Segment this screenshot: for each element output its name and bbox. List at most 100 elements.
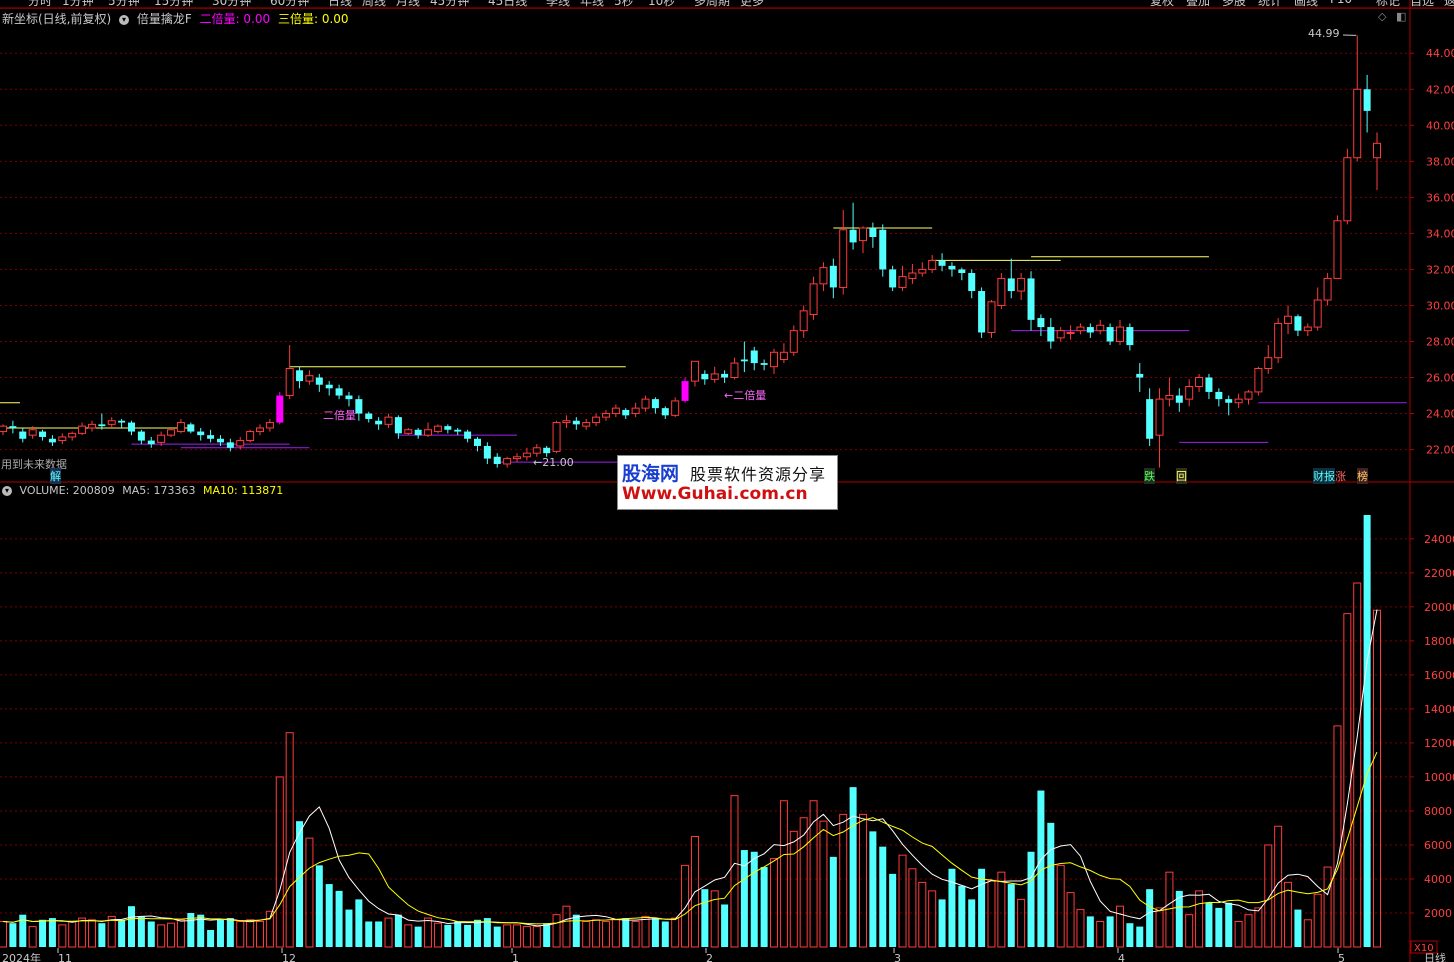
candle-body — [1056, 330, 1065, 339]
caibao-tag[interactable]: 财报 — [1313, 468, 1335, 484]
candle-body — [740, 359, 748, 362]
volume-bar — [0, 920, 7, 948]
candle-body — [770, 351, 779, 368]
volume-bar — [1313, 893, 1322, 948]
jie-tag[interactable]: 解 — [50, 468, 61, 484]
candle-body — [987, 301, 996, 333]
volume-bar — [928, 890, 937, 948]
volume-bar — [39, 919, 47, 947]
candle-body — [1126, 327, 1134, 346]
candle-body — [750, 350, 758, 364]
zhang-tag[interactable]: 涨 — [1335, 468, 1346, 484]
price-tick-label: 28.00 — [1426, 335, 1454, 348]
volume-tick-label: 12000 — [1424, 737, 1454, 750]
price-tick-label: 24.00 — [1426, 408, 1454, 421]
candle-body — [464, 431, 472, 439]
candle-body — [1096, 324, 1105, 332]
volume-bar — [78, 917, 87, 948]
candle-body — [107, 420, 116, 425]
candle-body — [433, 425, 442, 433]
candle-body — [226, 442, 234, 448]
candle-body — [128, 422, 136, 432]
volume-bar — [1343, 613, 1352, 948]
candle-body — [1264, 357, 1273, 370]
volume-bar — [68, 920, 77, 948]
candle-body — [493, 456, 501, 464]
volume-settings-icon[interactable]: ▾ — [2, 486, 12, 496]
candle-body — [1047, 327, 1055, 342]
candle-body — [552, 422, 561, 452]
candle-body — [246, 431, 255, 442]
volume-bar — [1136, 926, 1144, 947]
volume-bar — [1185, 914, 1194, 948]
candle-body — [1027, 278, 1035, 320]
price-tick-label: 26.00 — [1426, 372, 1454, 385]
volume-bar — [1205, 902, 1213, 947]
candle-body — [958, 269, 966, 274]
ma5-value: MA5: 173363 — [122, 484, 196, 497]
candle-body — [562, 420, 571, 424]
volume-tick-label: 4000 — [1424, 873, 1452, 886]
candle-body — [968, 273, 976, 292]
candle-body — [404, 429, 413, 434]
volume-bar — [839, 813, 848, 948]
volume-bar — [424, 917, 433, 948]
hui-tag[interactable]: 回 — [1176, 468, 1187, 484]
volume-bar — [1195, 890, 1204, 948]
price-tick-label: 36.00 — [1426, 191, 1454, 204]
candle-body — [799, 310, 808, 332]
x-axis-label: 3 — [894, 952, 901, 962]
volume-bar — [592, 919, 601, 948]
volume-bar — [305, 837, 314, 948]
volume-bar — [779, 800, 788, 948]
candle-body — [1205, 377, 1213, 392]
candle-body — [315, 377, 323, 385]
volume-bar — [147, 921, 155, 947]
volume-bar — [1264, 844, 1273, 948]
volume-bar — [948, 868, 956, 947]
price-tick-label: 38.00 — [1426, 155, 1454, 168]
volume-bar — [1096, 920, 1105, 948]
candle-body — [1076, 326, 1085, 332]
candle-body — [137, 431, 145, 441]
bang-tag[interactable]: 榜 — [1357, 468, 1368, 484]
candle-body — [87, 423, 96, 429]
candle-body — [829, 265, 837, 288]
volume-bar — [671, 917, 680, 948]
volume-bar — [9, 923, 17, 947]
ma10-value: MA10: 113871 — [202, 484, 284, 497]
volume-bar — [296, 821, 304, 947]
volume-bar — [414, 926, 422, 947]
die-tag[interactable]: 跌 — [1144, 468, 1155, 484]
volume-bar — [375, 921, 383, 947]
candle-body — [721, 373, 729, 378]
volume-bar — [167, 922, 176, 948]
volume-bar — [1303, 919, 1312, 948]
candle-body — [671, 400, 680, 416]
candle-body — [819, 267, 828, 285]
candle-body — [1323, 277, 1332, 301]
volume-bar — [552, 914, 561, 948]
volume-bar — [1017, 898, 1026, 948]
volume-bar — [819, 820, 828, 948]
candle-body — [898, 276, 907, 288]
candle-body — [661, 408, 669, 416]
volume-bar — [275, 776, 284, 948]
volume-bar — [849, 787, 857, 947]
volume-bar — [265, 910, 274, 948]
price-tick-label: 40.00 — [1426, 119, 1454, 132]
candle-body — [1037, 318, 1045, 328]
candle-body — [978, 291, 986, 333]
candle-body — [265, 422, 274, 429]
candle-body — [187, 424, 195, 432]
volume-bar — [1066, 892, 1075, 948]
volume-bar — [454, 921, 462, 947]
candle-body — [1274, 322, 1283, 359]
volume-bar — [137, 916, 145, 947]
volume-bar — [1254, 907, 1263, 948]
volume-bar — [1047, 822, 1055, 947]
volume-bar — [601, 920, 610, 948]
candle-body — [1017, 277, 1026, 292]
candle-body — [1115, 326, 1124, 342]
volume-bar — [384, 917, 393, 948]
